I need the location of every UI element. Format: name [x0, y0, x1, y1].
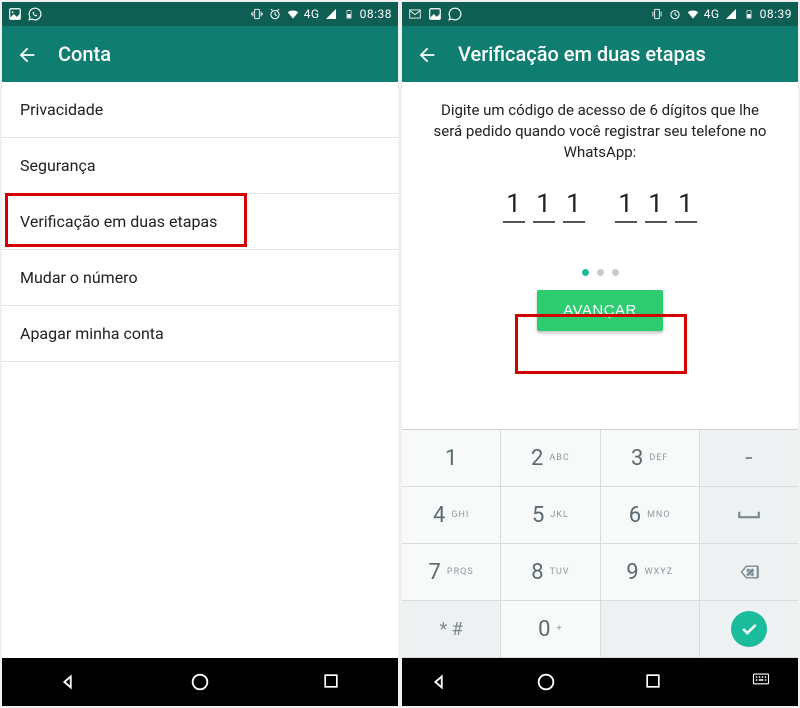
menu-verificacao[interactable]: Verificação em duas etapas: [2, 194, 398, 250]
key-empty: [601, 601, 700, 658]
keyboard-nav-icon[interactable]: [750, 671, 772, 693]
key-6[interactable]: 6MNO: [601, 487, 700, 544]
menu-mudar-numero[interactable]: Mudar o número: [2, 250, 398, 306]
pin-digit: 1: [503, 189, 525, 223]
pin-digit: 1: [563, 189, 585, 223]
navbar: [2, 658, 398, 706]
check-icon: [731, 611, 767, 647]
key-9[interactable]: 9WXYZ: [601, 544, 700, 601]
statusbar: 4G 08:39: [402, 2, 798, 26]
phone-right: 4G 08:39 Verificação em duas etapas Digi…: [402, 2, 798, 706]
vibrate-icon: [650, 7, 664, 21]
key-2[interactable]: 2ABC: [501, 430, 600, 487]
alarm-icon: [668, 7, 682, 21]
phone-left: 4G 08:38 Conta Privacidade Segurança Ver…: [2, 2, 398, 706]
clock: 08:39: [760, 7, 792, 21]
key-1[interactable]: 1: [402, 430, 501, 487]
step-indicator: [582, 269, 619, 276]
page-title: Conta: [58, 42, 111, 66]
instructions-text: Digite um código de acesso de 6 dígitos …: [426, 100, 774, 163]
key-dash[interactable]: -: [700, 430, 798, 487]
appbar: Verificação em duas etapas: [402, 26, 798, 82]
image-icon: [8, 7, 22, 21]
menu-label: Segurança: [20, 156, 96, 175]
step-dot-active: [582, 269, 589, 276]
numeric-keypad: 1 2ABC 3DEF - 4GHI 5JKL 6MNO 7PRQS 8TUV …: [402, 429, 798, 658]
gmail-icon: [408, 7, 422, 21]
back-nav-icon[interactable]: [57, 671, 79, 693]
menu-label: Privacidade: [20, 100, 103, 119]
clock: 08:38: [360, 7, 392, 21]
pin-input[interactable]: 1 1 1 1 1 1: [503, 189, 697, 223]
battery-icon: [342, 7, 356, 21]
pin-digit: 1: [675, 189, 697, 223]
wifi-icon: [286, 7, 300, 21]
home-nav-icon[interactable]: [189, 671, 211, 693]
key-3[interactable]: 3DEF: [601, 430, 700, 487]
key-backspace[interactable]: [700, 544, 798, 601]
menu-label: Apagar minha conta: [20, 324, 164, 343]
key-5[interactable]: 5JKL: [501, 487, 600, 544]
key-symbols[interactable]: * #: [402, 601, 501, 658]
back-nav-icon[interactable]: [428, 671, 450, 693]
whatsapp-icon: [28, 7, 42, 21]
pin-digit: 1: [533, 189, 555, 223]
navbar: [402, 658, 798, 706]
signal-icon: [724, 7, 738, 21]
menu-label: Verificação em duas etapas: [20, 212, 217, 231]
account-menu: Privacidade Segurança Verificação em dua…: [2, 82, 398, 658]
wifi-icon: [686, 7, 700, 21]
signal-icon: [324, 7, 338, 21]
content: Digite um código de acesso de 6 dígitos …: [402, 82, 798, 429]
recent-nav-icon[interactable]: [321, 671, 343, 693]
menu-privacidade[interactable]: Privacidade: [2, 82, 398, 138]
page-title: Verificação em duas etapas: [458, 42, 706, 66]
recent-nav-icon[interactable]: [643, 671, 665, 693]
step-dot: [612, 269, 619, 276]
step-dot: [597, 269, 604, 276]
network-label: 4G: [704, 7, 720, 21]
key-4[interactable]: 4GHI: [402, 487, 501, 544]
key-0[interactable]: 0+: [501, 601, 600, 658]
statusbar: 4G 08:38: [2, 2, 398, 26]
network-label: 4G: [304, 7, 320, 21]
back-icon[interactable]: [416, 44, 436, 64]
key-done[interactable]: [700, 601, 798, 658]
key-8[interactable]: 8TUV: [501, 544, 600, 601]
back-icon[interactable]: [16, 44, 36, 64]
whatsapp-icon: [448, 7, 462, 21]
home-nav-icon[interactable]: [535, 671, 557, 693]
vibrate-icon: [250, 7, 264, 21]
alarm-icon: [268, 7, 282, 21]
key-space[interactable]: [700, 487, 798, 544]
next-button[interactable]: AVANÇAR: [537, 290, 663, 331]
image-icon: [428, 7, 442, 21]
battery-icon: [742, 7, 756, 21]
appbar: Conta: [2, 26, 398, 82]
pin-digit: 1: [645, 189, 667, 223]
pin-digit: 1: [615, 189, 637, 223]
menu-seguranca[interactable]: Segurança: [2, 138, 398, 194]
key-7[interactable]: 7PRQS: [402, 544, 501, 601]
menu-label: Mudar o número: [20, 268, 138, 287]
menu-apagar-conta[interactable]: Apagar minha conta: [2, 306, 398, 362]
